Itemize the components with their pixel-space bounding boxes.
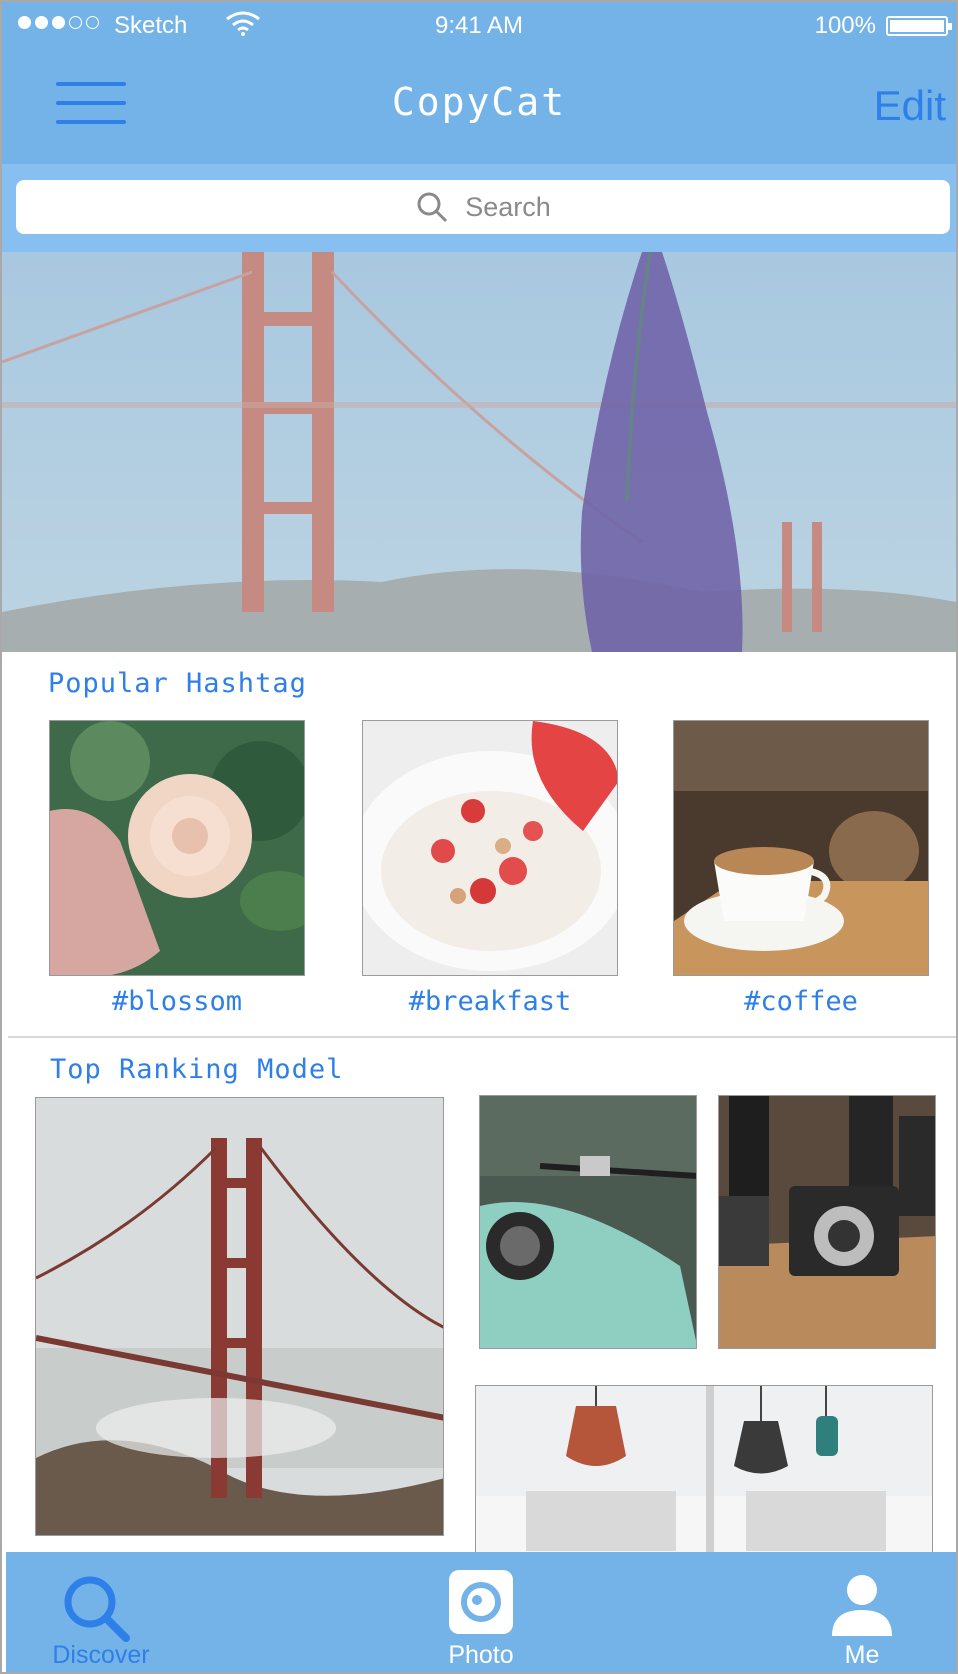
- top-ranking-title: Top Ranking Model: [50, 1054, 344, 1085]
- search-icon: [417, 192, 448, 223]
- search-icon: [64, 1576, 130, 1642]
- status-time: 9:41 AM: [434, 12, 524, 39]
- status-bar: Sketch 9:41 AM 100%: [2, 2, 956, 50]
- tab-photo-label: Photo: [448, 1641, 514, 1669]
- tab-photo[interactable]: Photo: [406, 1552, 556, 1672]
- tab-discover-label: Discover: [52, 1641, 150, 1669]
- search-bar-container: Search: [2, 164, 956, 252]
- ranking-bridge-image[interactable]: [35, 1097, 444, 1536]
- popular-hashtag-title: Popular Hashtag: [48, 668, 307, 699]
- hashtag-coffee-image[interactable]: [673, 720, 929, 976]
- tab-me[interactable]: Me: [792, 1552, 932, 1672]
- hashtag-breakfast-image[interactable]: [362, 720, 618, 976]
- battery-percentage: 100%: [814, 12, 876, 39]
- hashtag-breakfast-label[interactable]: #breakfast: [362, 986, 618, 1017]
- navigation-bar: Sketch 9:41 AM 100% CopyCat Edit: [2, 2, 956, 164]
- app-screen: Sketch 9:41 AM 100% CopyCat Edit Search: [0, 0, 958, 1674]
- hashtag-blossom-label[interactable]: #blossom: [49, 986, 305, 1017]
- ranking-cameras-image[interactable]: [718, 1095, 936, 1349]
- section-divider: [8, 1036, 956, 1038]
- app-title: CopyCat: [391, 80, 567, 124]
- ranking-scooter-image[interactable]: [479, 1095, 697, 1349]
- battery-icon: [886, 16, 952, 36]
- tab-discover[interactable]: Discover: [26, 1552, 176, 1672]
- search-input[interactable]: Search: [16, 180, 950, 234]
- tab-me-label: Me: [844, 1641, 880, 1669]
- person-icon: [832, 1575, 892, 1636]
- edit-button[interactable]: Edit: [874, 82, 946, 130]
- hashtag-coffee-label[interactable]: #coffee: [673, 986, 929, 1017]
- camera-icon: [449, 1570, 513, 1634]
- search-placeholder: Search: [465, 191, 551, 222]
- hashtag-blossom-image[interactable]: [49, 720, 305, 976]
- ranking-lamps-image[interactable]: [475, 1385, 933, 1555]
- hero-banner-image: [2, 252, 956, 652]
- tab-bar: Discover Photo Me: [6, 1552, 956, 1672]
